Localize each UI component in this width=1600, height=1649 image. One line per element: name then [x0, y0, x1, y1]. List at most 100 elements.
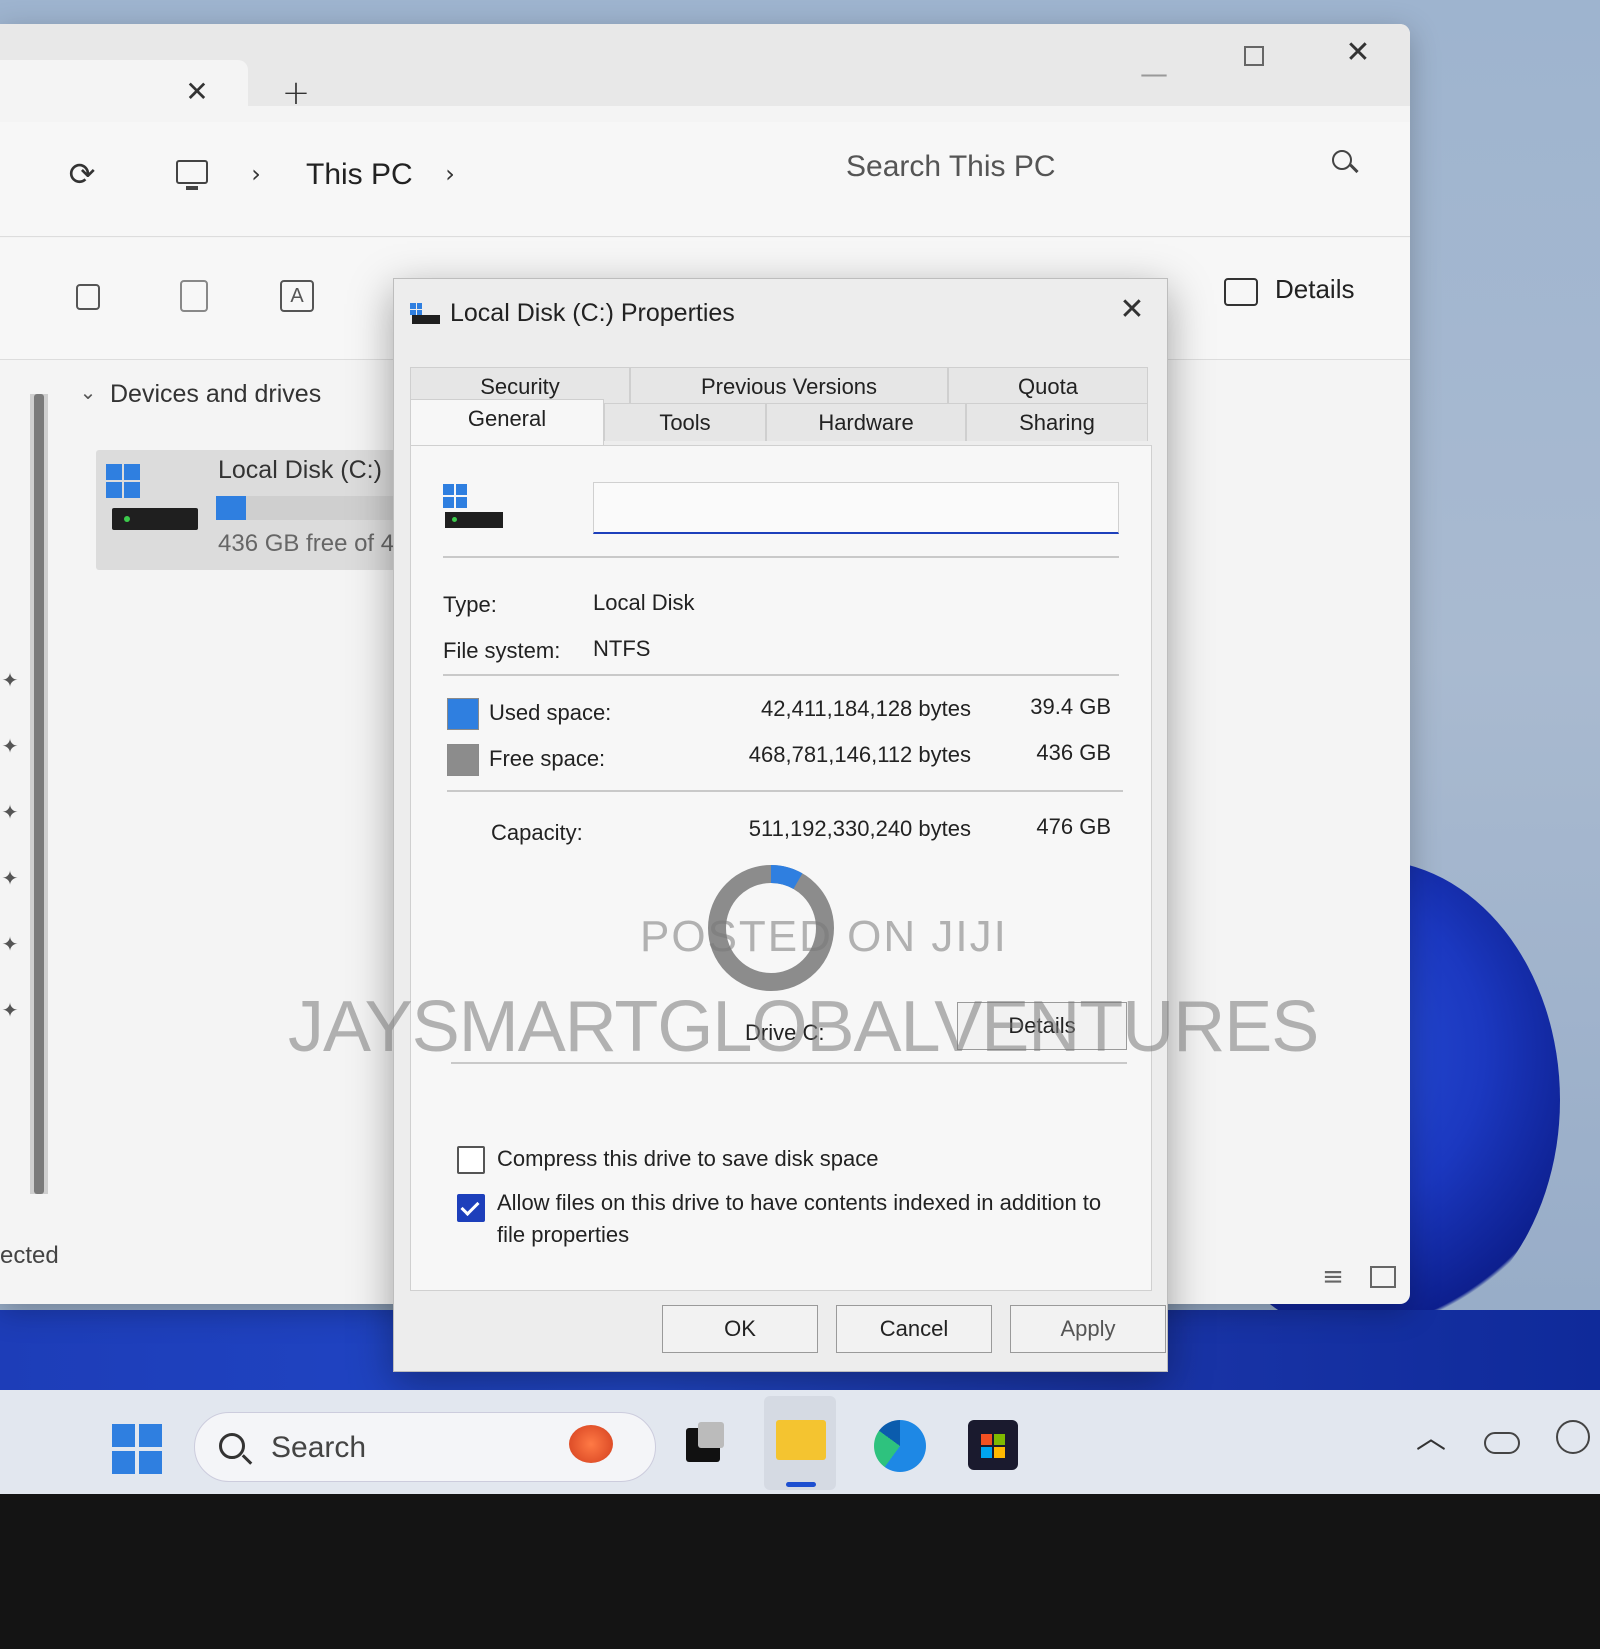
maximize-icon[interactable]: [1244, 46, 1264, 66]
apply-button[interactable]: Apply: [1010, 1305, 1166, 1353]
this-pc-monitor-icon: [176, 160, 208, 184]
drive-icon: [112, 508, 198, 530]
general-tab-panel: Type: Local Disk File system: NTFS Used …: [410, 445, 1152, 1291]
drive-icon: [445, 512, 503, 528]
explorer-tab[interactable]: ✕: [0, 60, 248, 122]
search-input[interactable]: Search This PC: [846, 150, 1056, 184]
free-space-bytes: 468,781,146,112 bytes: [748, 742, 971, 767]
capacity-label: Capacity:: [491, 820, 583, 845]
windows-logo-icon: [106, 464, 140, 498]
drive-led: [124, 516, 130, 522]
start-icon[interactable]: [112, 1424, 162, 1474]
drive-usage-fill: [216, 496, 247, 520]
task-view-icon[interactable]: [686, 1422, 724, 1462]
watermark-line1: POSTED ON JIJI: [640, 912, 1008, 961]
paste-icon[interactable]: [180, 280, 208, 312]
search-icon-handle: [241, 1454, 253, 1465]
compress-checkbox[interactable]: [457, 1146, 485, 1174]
windows-logo-icon: [443, 484, 467, 508]
index-checkbox[interactable]: [457, 1194, 485, 1222]
tab-close-icon[interactable]: ✕: [182, 78, 212, 106]
drive-usage-bar: [216, 496, 406, 520]
network-globe-icon[interactable]: [1556, 1420, 1590, 1454]
monitor-stand: [186, 186, 198, 190]
dialog-close-icon[interactable]: ✕: [1114, 295, 1150, 325]
edge-icon[interactable]: [874, 1420, 926, 1472]
used-space-swatch: [447, 698, 479, 730]
address-bar: ⟳ › This PC › Search This PC: [0, 122, 1410, 237]
list-view-icon[interactable]: ≡: [1318, 1264, 1348, 1290]
pin-icon: ✦: [1, 932, 19, 956]
tab-sharing[interactable]: Sharing: [966, 403, 1148, 441]
used-space-size: 39.4 GB: [1030, 694, 1111, 719]
tab-previous-versions[interactable]: Previous Versions: [630, 367, 948, 405]
index-label-continued[interactable]: file properties: [497, 1222, 629, 1248]
free-space-label: Free space:: [489, 746, 606, 771]
dialog-title-bar: Local Disk (C:) Properties ✕: [394, 279, 1169, 351]
search-icon[interactable]: [1332, 150, 1352, 170]
tab-hardware[interactable]: Hardware: [766, 403, 966, 441]
tabs-row-front: General Tools Hardware Sharing: [410, 399, 1148, 447]
capacity-size: 476 GB: [1036, 814, 1111, 839]
search-icon-handle: [1349, 163, 1359, 174]
separator: [443, 556, 1119, 558]
breadcrumb-chevron-icon[interactable]: ›: [440, 162, 460, 186]
store-icon[interactable]: [968, 1420, 1018, 1470]
dialog-title: Local Disk (C:) Properties: [450, 299, 735, 327]
new-tab-plus-icon[interactable]: +: [278, 76, 314, 110]
window-close-icon[interactable]: ✕: [1340, 38, 1376, 68]
pin-icon: ✦: [1, 998, 19, 1022]
type-value: Local Disk: [593, 590, 695, 615]
index-label[interactable]: Allow files on this drive to have conten…: [497, 1190, 1101, 1216]
minimize-icon[interactable]: —: [1138, 60, 1170, 88]
rename-icon[interactable]: A: [280, 280, 314, 312]
ok-button[interactable]: OK: [662, 1305, 818, 1353]
taskbar: Search ︿: [0, 1390, 1600, 1494]
active-indicator: [786, 1482, 816, 1487]
details-pane-icon: [1224, 278, 1258, 306]
drive-name-field[interactable]: [593, 482, 1119, 534]
search-highlight-brain-icon: [569, 1425, 613, 1463]
drive-tile-local-disk-c[interactable]: Local Disk (C:) 436 GB free of 4: [96, 450, 406, 570]
scrollbar-thumb[interactable]: [34, 394, 44, 1194]
properties-dialog: Local Disk (C:) Properties ✕ Security Pr…: [393, 278, 1168, 1372]
taskbar-search-label: Search: [271, 1431, 367, 1464]
taskbar-search-box[interactable]: Search: [194, 1412, 656, 1482]
drive-free-text: 436 GB free of 4: [218, 530, 395, 557]
tab-quota[interactable]: Quota: [948, 367, 1148, 405]
refresh-icon[interactable]: ⟳: [64, 158, 100, 190]
pin-icon: ✦: [1, 866, 19, 890]
type-label: Type:: [443, 592, 497, 617]
file-system-value: NTFS: [593, 636, 651, 661]
onedrive-icon[interactable]: [1484, 1432, 1520, 1454]
cancel-button[interactable]: Cancel: [836, 1305, 992, 1353]
file-explorer-icon: [776, 1420, 826, 1460]
status-bar-text: ected: [0, 1242, 59, 1269]
separator: [443, 674, 1119, 676]
details-button[interactable]: Details: [1275, 274, 1354, 305]
checkmark-icon: [460, 1196, 480, 1217]
drive-name: Local Disk (C:): [218, 456, 382, 484]
file-system-label: File system:: [443, 638, 561, 663]
used-space-bytes: 42,411,184,128 bytes: [761, 696, 971, 721]
tab-tools[interactable]: Tools: [604, 403, 766, 441]
chevron-up-icon[interactable]: ︿: [1416, 1424, 1446, 1454]
compress-label[interactable]: Compress this drive to save disk space: [497, 1146, 879, 1172]
copy-icon[interactable]: [76, 284, 100, 310]
tiles-view-icon[interactable]: [1370, 1266, 1396, 1288]
tab-general[interactable]: General: [410, 399, 604, 445]
capacity-bytes: 511,192,330,240 bytes: [748, 816, 971, 841]
file-explorer-taskbar-item[interactable]: [764, 1396, 836, 1490]
free-space-size: 436 GB: [1036, 740, 1111, 765]
watermark-line2: JAYSMARTGLOBALVENTURES: [288, 987, 1319, 1067]
pin-icon: ✦: [1, 800, 19, 824]
free-space-swatch: [447, 744, 479, 776]
separator: [447, 790, 1123, 792]
breadcrumb-this-pc[interactable]: This PC: [306, 158, 413, 192]
used-space-label: Used space:: [489, 700, 612, 725]
pin-icon: ✦: [1, 668, 19, 692]
breadcrumb-chevron-icon: ›: [251, 160, 261, 188]
laptop-bezel: [0, 1494, 1600, 1649]
pin-icon: ✦: [1, 734, 19, 758]
section-collapse-chevron-icon[interactable]: ⌄: [78, 382, 98, 402]
